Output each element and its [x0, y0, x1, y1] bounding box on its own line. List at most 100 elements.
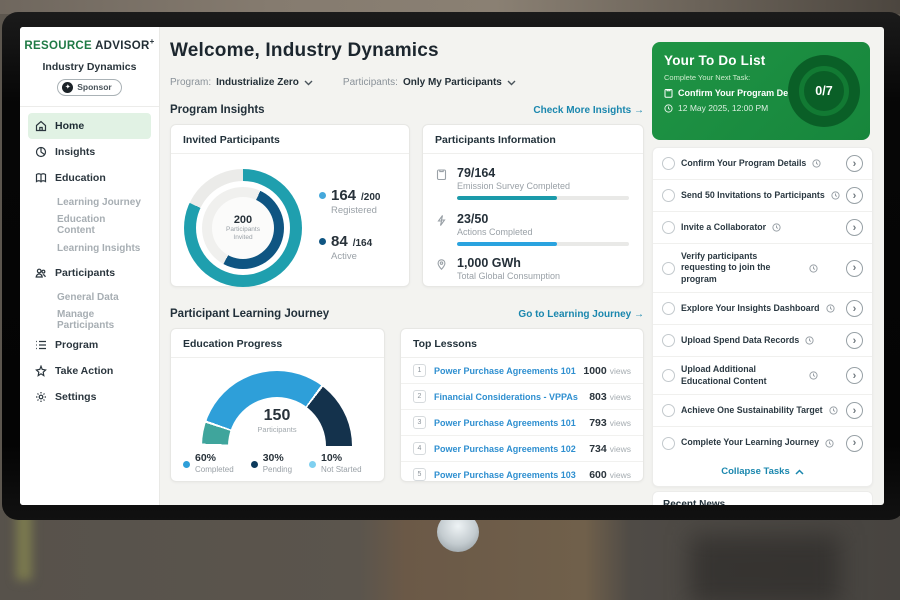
todo-go-button[interactable]: › [846, 332, 863, 349]
photo-stage: RESOURCE ADVISOR+ Industry Dynamics ✦ Sp… [0, 0, 900, 600]
actions-icon [435, 214, 448, 232]
lesson-row: 1 Power Purchase Agreements 101 1000view… [401, 358, 643, 383]
sponsor-icon: ✦ [62, 82, 73, 93]
clock-icon [829, 406, 838, 415]
todo-checkbox[interactable] [662, 404, 675, 417]
todo-go-button[interactable]: › [846, 219, 863, 236]
todo-go-button[interactable]: › [846, 155, 863, 172]
gauge-legend: 60%Completed 30%Pending 10%Not Started [183, 453, 362, 474]
todo-item[interactable]: Send 50 Invitations to Participants › [653, 180, 872, 212]
todo-item-label: Confirm Your Program Details [681, 158, 806, 169]
settings-icon [35, 391, 47, 403]
lesson-link[interactable]: Power Purchase Agreements 101 [434, 366, 576, 376]
todo-item[interactable]: Explore Your Insights Dashboard › [653, 293, 872, 325]
clock-icon [664, 104, 673, 113]
lesson-row: 3 Power Purchase Agreements 101 793views [401, 409, 643, 435]
todo-summary-card: Your To Do List Complete Your Next Task:… [652, 42, 870, 140]
todo-checkbox[interactable] [662, 369, 675, 382]
todo-checkbox[interactable] [662, 262, 675, 275]
todo-item[interactable]: Upload Spend Data Records › [653, 325, 872, 357]
todo-item-label: Verify participants requesting to join t… [681, 251, 803, 285]
todo-go-button[interactable]: › [846, 260, 863, 277]
monitor-bezel: RESOURCE ADVISOR+ Industry Dynamics ✦ Sp… [2, 12, 900, 520]
todo-item-label: Upload Spend Data Records [681, 335, 799, 346]
todo-go-button[interactable]: › [846, 367, 863, 384]
logo-resource: RESOURCE [24, 40, 92, 52]
todo-checkbox[interactable] [662, 189, 675, 202]
todo-item[interactable]: Invite a Collaborator › [653, 212, 872, 244]
sidebar-item-general-data[interactable]: General Data [28, 286, 151, 309]
background-shadow [690, 535, 840, 600]
collapse-tasks-link[interactable]: Collapse Tasks [653, 459, 872, 483]
lesson-row: 5 Power Purchase Agreements 103 600views [401, 461, 643, 487]
todo-list-card: Confirm Your Program Details › Send 50 I… [652, 147, 873, 487]
lesson-link[interactable]: Financial Considerations - VPPAs [434, 392, 578, 402]
sidebar-item-insights[interactable]: Insights [28, 139, 151, 165]
lesson-row: 2 Financial Considerations - VPPAs 803vi… [401, 383, 643, 409]
todo-item[interactable]: Achieve One Sustainability Target › [653, 395, 872, 427]
sidebar-item-learning-journey[interactable]: Learning Journey [28, 191, 151, 214]
lesson-rank: 4 [413, 442, 426, 455]
todo-checkbox[interactable] [662, 334, 675, 347]
sidebar-nav: Home Insights Education Learning Journey [20, 113, 159, 410]
learning-journey-header: Participant Learning Journey Go to Learn… [170, 308, 644, 320]
sidebar-item-take-action[interactable]: Take Action [28, 358, 151, 384]
participants-filter-value: Only My Participants [403, 77, 502, 88]
lesson-rank: 2 [413, 390, 426, 403]
todo-go-button[interactable]: › [846, 187, 863, 204]
participants-filter[interactable]: Participants: Only My Participants [343, 77, 516, 88]
sidebar-item-label: Education Content [57, 214, 144, 236]
participants-icon [35, 267, 47, 279]
clock-icon [826, 304, 835, 313]
todo-go-button[interactable]: › [846, 300, 863, 317]
card-title: Participants Information [423, 125, 643, 154]
todo-checkbox[interactable] [662, 221, 675, 234]
todo-item[interactable]: Complete Your Learning Journey › [653, 427, 872, 459]
clock-icon [809, 264, 818, 273]
check-more-insights-link[interactable]: Check More Insights → [533, 105, 644, 116]
todo-item-label: Send 50 Invitations to Participants [681, 190, 825, 201]
todo-item-label: Invite a Collaborator [681, 222, 766, 233]
chevron-down-icon[interactable] [304, 80, 313, 86]
todo-item[interactable]: Verify participants requesting to join t… [653, 244, 872, 293]
program-insights-header: Program Insights Check More Insights → [170, 104, 644, 116]
card-title: Education Progress [171, 329, 384, 358]
chevron-down-icon[interactable] [507, 80, 516, 86]
legend-dot [183, 461, 190, 468]
program-filter[interactable]: Program: Industrialize Zero [170, 77, 313, 88]
lesson-link[interactable]: Power Purchase Agreements 103 [434, 470, 576, 480]
lesson-rank: 5 [413, 468, 426, 481]
lessons-list: 1 Power Purchase Agreements 101 1000view… [401, 358, 643, 487]
org-name: Industry Dynamics [20, 61, 159, 73]
todo-checkbox[interactable] [662, 437, 675, 450]
sidebar-divider [20, 106, 159, 107]
todo-item[interactable]: Upload Additional Educational Content › [653, 357, 872, 395]
progress-bar-fill [457, 196, 557, 200]
lesson-link[interactable]: Power Purchase Agreements 101 [434, 418, 576, 428]
clipboard-icon [664, 88, 673, 98]
todo-checkbox[interactable] [662, 157, 675, 170]
lesson-link[interactable]: Power Purchase Agreements 102 [434, 444, 576, 454]
sidebar-item-education-content[interactable]: Education Content [28, 214, 151, 237]
sidebar-item-education[interactable]: Education [28, 165, 151, 191]
todo-checkbox[interactable] [662, 302, 675, 315]
sidebar-item-label: Home [55, 120, 84, 132]
todo-progress-ring: 0/7 [788, 55, 860, 127]
todo-item[interactable]: Confirm Your Program Details › [653, 148, 872, 180]
sidebar-item-participants[interactable]: Participants [28, 260, 151, 286]
arrow-right-icon: → [634, 309, 644, 320]
sidebar-item-manage-participants[interactable]: Manage Participants [28, 309, 151, 332]
invited-participants-card: Invited Participants 200 Participants In… [170, 124, 410, 287]
todo-go-button[interactable]: › [846, 435, 863, 452]
todo-go-button[interactable]: › [846, 402, 863, 419]
lesson-rank: 3 [413, 416, 426, 429]
clock-icon [825, 439, 834, 448]
sidebar-item-label: Program [55, 339, 98, 351]
go-to-learning-journey-link[interactable]: Go to Learning Journey → [518, 309, 644, 320]
sidebar-item-learning-insights[interactable]: Learning Insights [28, 237, 151, 260]
todo-item-label: Achieve One Sustainability Target [681, 405, 823, 416]
sponsor-label: Sponsor [77, 82, 111, 92]
sidebar-item-settings[interactable]: Settings [28, 384, 151, 410]
sidebar-item-program[interactable]: Program [28, 332, 151, 358]
sidebar-item-home[interactable]: Home [28, 113, 151, 139]
